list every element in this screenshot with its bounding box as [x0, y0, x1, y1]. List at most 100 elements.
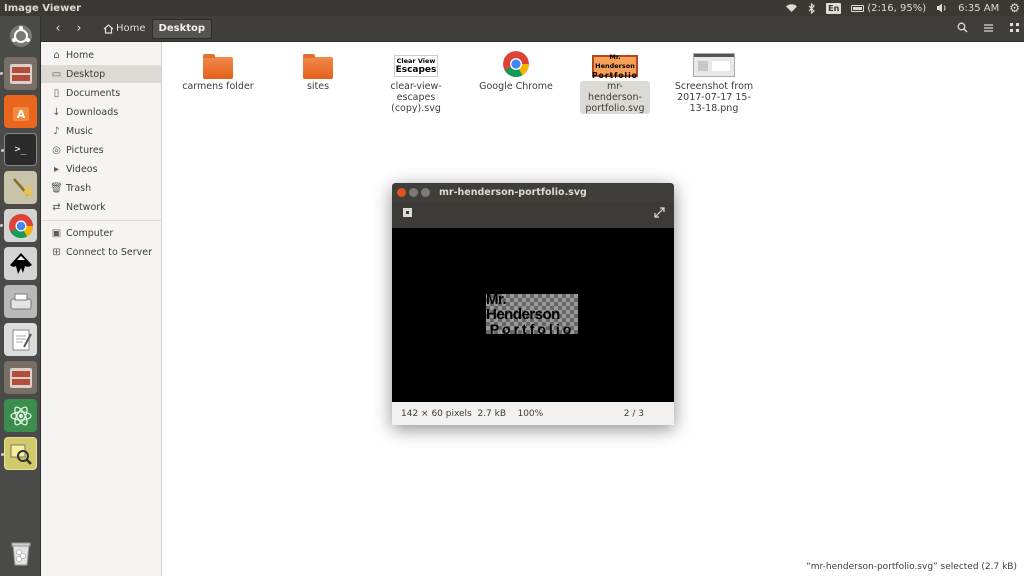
sidebar-divider — [41, 220, 161, 221]
running-indicator — [1, 453, 4, 456]
sidebar-item-computer[interactable]: ▣ Computer — [41, 224, 161, 242]
list-view-icon[interactable] — [978, 19, 998, 39]
maximize-button[interactable] — [421, 188, 430, 197]
gallery-icon[interactable] — [399, 207, 415, 223]
battery-indicator[interactable]: (2:16, 95%) — [851, 3, 926, 14]
launcher-scanner[interactable] — [4, 285, 37, 318]
sidebar-item-music[interactable]: ♪ Music — [41, 122, 161, 140]
sidebar-item-pictures[interactable]: ◎ Pictures — [41, 141, 161, 159]
svg-thumbnail-icon: Mr. Henderson Portfolio — [592, 52, 638, 80]
places-sidebar: ⌂ Home ▭ Desktop ▯ Documents ↓ Downloads… — [41, 42, 162, 576]
file-label: carmens folder — [182, 81, 254, 92]
svg-thumbnail-icon: Clear View Escapes — [394, 55, 438, 77]
computer-icon: ▣ — [51, 227, 62, 239]
fullscreen-icon[interactable] — [651, 207, 667, 223]
clock[interactable]: 6:35 AM — [958, 3, 999, 14]
wifi-icon[interactable] — [785, 3, 798, 13]
back-button[interactable]: ‹ — [49, 20, 67, 38]
file-cabinet-icon — [9, 367, 32, 388]
image-viewer-window: mr-henderson-portfolio.svg Mr. Henderson… — [392, 183, 674, 425]
running-indicator — [0, 72, 3, 75]
thumb-line-1: Mr. Henderson — [595, 52, 635, 70]
svg-text:A: A — [16, 108, 25, 121]
breadcrumb-home[interactable]: Home — [97, 19, 152, 39]
sidebar-item-label: Pictures — [66, 144, 104, 156]
gear-icon[interactable]: ⚙ — [1009, 1, 1020, 15]
sidebar-item-connect-to-server[interactable]: ⊞ Connect to Server — [41, 243, 161, 261]
file-label: sites — [306, 81, 330, 92]
video-icon: ▸ — [53, 163, 60, 175]
sidebar-item-downloads[interactable]: ↓ Downloads — [41, 103, 161, 121]
launcher-system-cleaner[interactable] — [4, 171, 37, 204]
file-item-screenshot[interactable]: Screenshot from 2017-07-17 15-13-18.png — [672, 53, 756, 114]
app-title: Image Viewer — [4, 2, 82, 14]
thumb-line-2: Escapes — [395, 65, 437, 75]
file-manager-toolbar: ‹ › Home Desktop — [41, 16, 1024, 42]
breadcrumb-home-label: Home — [116, 23, 146, 34]
bluetooth-icon[interactable] — [808, 2, 816, 14]
camera-icon: ◎ — [52, 144, 61, 156]
sidebar-item-label: Music — [66, 125, 94, 137]
file-item-clear-view-escapes[interactable]: Clear View Escapes clear-view-escapes (c… — [374, 55, 458, 114]
sidebar-item-desktop[interactable]: ▭ Desktop — [41, 65, 161, 83]
minimize-button[interactable] — [409, 188, 418, 197]
grid-view-icon[interactable] — [1004, 19, 1024, 39]
network-icon: ⇄ — [52, 201, 61, 213]
forward-button[interactable]: › — [70, 20, 88, 38]
displayed-image: Mr. Henderson Portfolio — [486, 292, 578, 337]
folder-icon — [303, 54, 333, 79]
sidebar-item-label: Videos — [66, 163, 98, 175]
image-index: 2 / 3 — [623, 408, 644, 419]
close-button[interactable] — [397, 188, 406, 197]
launcher-atom[interactable] — [4, 399, 37, 432]
file-label: mr-henderson-portfolio.svg — [580, 81, 650, 114]
selection-status: “mr-henderson-portfolio.svg” selected (2… — [806, 562, 1017, 572]
launcher-files[interactable] — [0, 57, 37, 90]
keyboard-layout-indicator[interactable]: En — [826, 2, 842, 14]
file-item-sites[interactable]: sites — [276, 54, 360, 92]
ubuntu-logo-icon — [9, 24, 32, 47]
search-icon[interactable] — [952, 19, 972, 39]
download-icon: ↓ — [52, 106, 61, 118]
viewer-titlebar[interactable]: mr-henderson-portfolio.svg — [392, 183, 674, 202]
image-text-line-2: Portfolio — [489, 320, 575, 337]
launcher-image-viewer[interactable] — [1, 437, 37, 470]
home-icon — [103, 24, 114, 34]
music-icon: ♪ — [53, 125, 60, 137]
trash-icon — [11, 542, 30, 565]
file-item-mr-henderson-portfolio[interactable]: Mr. Henderson Portfolio mr-henderson-por… — [573, 52, 657, 114]
launcher-software-center[interactable]: A — [4, 95, 37, 128]
launcher-files-2[interactable] — [4, 361, 37, 394]
sidebar-item-documents[interactable]: ▯ Documents — [41, 84, 161, 102]
viewer-toolbar — [392, 202, 674, 228]
volume-icon[interactable] — [936, 3, 948, 13]
shopping-bag-icon: A — [12, 106, 29, 121]
launcher-ubuntu-dash[interactable] — [4, 19, 37, 52]
launcher-terminal[interactable]: >_ — [1, 133, 37, 166]
launcher-text-editor[interactable] — [4, 323, 37, 356]
server-icon: ⊞ — [52, 246, 61, 258]
file-item-google-chrome[interactable]: Google Chrome — [474, 50, 558, 92]
sidebar-item-label: Network — [66, 201, 106, 213]
image-canvas[interactable]: Mr. Henderson Portfolio — [392, 228, 674, 402]
document-icon: ▯ — [53, 87, 60, 99]
launcher-trash[interactable] — [4, 536, 37, 569]
sidebar-item-network[interactable]: ⇄ Network — [41, 198, 161, 216]
chrome-icon — [8, 213, 33, 238]
launcher-inkscape[interactable] — [4, 247, 37, 280]
viewer-statusbar: 142 × 60 pixels 2.7 kB 100% 2 / 3 — [392, 402, 674, 425]
sidebar-item-home[interactable]: ⌂ Home — [41, 46, 161, 64]
chrome-icon — [503, 51, 529, 77]
inkscape-icon — [9, 252, 32, 274]
breadcrumb-desktop[interactable]: Desktop — [151, 19, 213, 39]
sidebar-item-videos[interactable]: ▸ Videos — [41, 160, 161, 178]
launcher-google-chrome[interactable] — [0, 209, 37, 242]
sidebar-item-label: Computer — [66, 227, 114, 239]
file-label: Screenshot from 2017-07-17 15-13-18.png — [674, 81, 754, 114]
sidebar-item-trash[interactable]: 🗑 Trash — [41, 179, 161, 197]
text-editor-icon — [12, 329, 32, 350]
file-label: clear-view-escapes (copy).svg — [390, 81, 442, 114]
breadcrumb: Home Desktop — [97, 19, 213, 39]
sidebar-item-label: Documents — [66, 87, 121, 99]
file-item-carmens-folder[interactable]: carmens folder — [176, 54, 260, 92]
